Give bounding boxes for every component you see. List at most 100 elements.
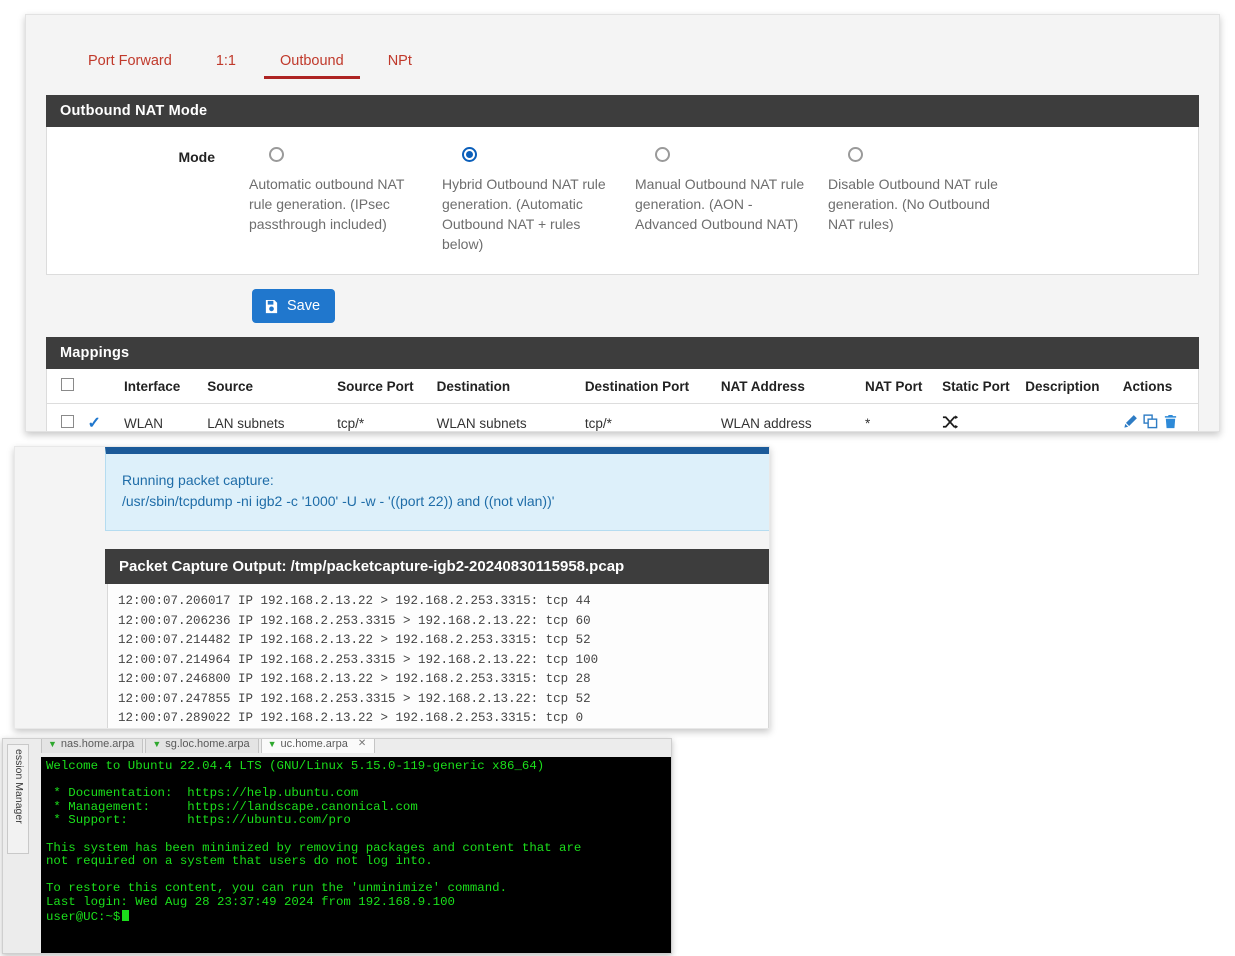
save-button[interactable]: Save — [252, 289, 336, 323]
mode-field-label: Mode — [178, 149, 215, 165]
tab-label: Outbound — [279, 53, 344, 69]
outbound-nat-window: Port Forward 1:1 Outbound NPt Outbound N… — [25, 14, 1220, 432]
pcap-line: 12:00:07.289022 IP 192.168.2.13.22 > 192… — [118, 711, 584, 725]
terminal-line: * Support: https://ubuntu.com/pro — [46, 813, 351, 828]
outbound-nat-mode-body: Mode Automatic outbound NAT rule generat… — [46, 127, 1199, 275]
terminal-tab-uc[interactable]: ▼ uc.home.arpa ✕ — [260, 738, 376, 753]
table-header-row: Interface Source Source Port Destination… — [47, 369, 1198, 404]
table-row[interactable]: ✓ WLAN LAN subnets tcp/* WLAN subnets tc… — [47, 403, 1198, 432]
col-destination: Destination — [430, 369, 579, 404]
mode-option-disable[interactable]: Disable Outbound NAT rule generation. (N… — [828, 145, 1021, 254]
cell-destination[interactable]: WLAN subnets — [430, 403, 579, 431]
terminal-tab-sg[interactable]: ▼ sg.loc.home.arpa — [145, 738, 259, 753]
cell-nat-address: WLAN address — [714, 403, 859, 431]
terminal-tab-bar: ▼ nas.home.arpa ▼ sg.loc.home.arpa ▼ uc.… — [41, 738, 376, 753]
packet-capture-window: Running packet capture: /usr/sbin/tcpdum… — [14, 446, 770, 729]
save-icon — [264, 299, 279, 314]
col-nat-port: NAT Port — [858, 369, 937, 404]
row-enabled-cell: ✓ — [81, 403, 119, 431]
radio-disable-outbound-nat[interactable] — [848, 147, 863, 162]
tab-one-to-one[interactable]: 1:1 — [194, 45, 258, 79]
mode-option-description: Automatic outbound NAT rule generation. … — [249, 176, 405, 232]
cell-static-port — [936, 403, 1020, 432]
tab-port-forward[interactable]: Port Forward — [66, 45, 194, 79]
terminal-tab-nas[interactable]: ▼ nas.home.arpa — [41, 738, 144, 753]
status-dot-icon: ▼ — [48, 738, 57, 749]
terminal-prompt: user@UC:~$ — [46, 909, 121, 924]
pcap-line: 12:00:07.206236 IP 192.168.2.253.3315 > … — [118, 613, 591, 628]
mode-option-manual[interactable]: Manual Outbound NAT rule generation. (AO… — [635, 145, 828, 254]
cell-nat-port: * — [858, 403, 937, 431]
row-actions — [1123, 414, 1178, 429]
session-manager-rail[interactable]: ession Manager — [7, 744, 29, 854]
radio-hybrid-outbound-nat[interactable] — [462, 147, 477, 162]
running-capture-alert: Running packet capture: /usr/sbin/tcpdum… — [105, 447, 769, 531]
mappings-section: Mappings Interface Source Source Port De… — [46, 337, 1199, 432]
pcap-line: 12:00:07.246800 IP 192.168.2.13.22 > 192… — [118, 672, 591, 686]
terminal-line: not required on a system that users do n… — [46, 854, 433, 869]
terminal-line: Welcome to Ubuntu 22.04.4 LTS (GNU/Linux… — [46, 759, 545, 773]
save-button-label: Save — [287, 298, 321, 314]
terminal-window: ession Manager ▼ nas.home.arpa ▼ sg.loc.… — [2, 738, 672, 954]
tab-label: NPt — [387, 53, 412, 69]
terminal-line: Last login: Wed Aug 28 23:37:49 2024 fro… — [46, 894, 455, 909]
mode-option-hybrid[interactable]: Hybrid Outbound NAT rule generation. (Au… — [442, 145, 635, 254]
terminal-line: . — [46, 774, 671, 788]
pcap-line: 12:00:07.206017 IP 192.168.2.13.22 > 192… — [118, 594, 591, 608]
mode-options: Automatic outbound NAT rule generation. … — [223, 145, 1198, 254]
terminal-tab-label: sg.loc.home.arpa — [165, 738, 250, 750]
tab-npt[interactable]: NPt — [366, 45, 434, 79]
save-button-row: Save — [46, 275, 1199, 323]
terminal-tab-label: uc.home.arpa — [280, 738, 348, 750]
mode-option-description: Hybrid Outbound NAT rule generation. (Au… — [442, 176, 606, 252]
terminal-tab-label: nas.home.arpa — [60, 738, 135, 750]
pcap-line: 12:00:07.247855 IP 192.168.2.253.3315 > … — [118, 691, 591, 706]
radio-manual-outbound-nat[interactable] — [655, 147, 670, 162]
row-select-cell — [47, 403, 82, 431]
radio-automatic-outbound-nat[interactable] — [269, 147, 284, 162]
status-dot-icon: ▼ — [267, 738, 277, 749]
close-icon[interactable]: ✕ — [358, 739, 366, 749]
cell-source[interactable]: LAN subnets — [201, 403, 332, 431]
tab-label: Port Forward — [88, 53, 172, 69]
cell-description — [1019, 403, 1117, 431]
copy-icon[interactable] — [1143, 414, 1158, 429]
tab-outbound[interactable]: Outbound — [258, 45, 366, 79]
shuffle-icon — [942, 414, 959, 432]
session-manager-label: ession Manager — [13, 749, 25, 824]
pcap-line: 12:00:07.627615 IP 192.168.2.13.22 > 192… — [118, 729, 768, 730]
section-title-mappings: Mappings — [46, 337, 1199, 369]
mode-field-row: Mode Automatic outbound NAT rule generat… — [47, 127, 1198, 274]
terminal-line: * Management: https://landscape.canonica… — [46, 799, 418, 814]
status-dot-icon: ▼ — [152, 738, 162, 749]
mode-option-description: Manual Outbound NAT rule generation. (AO… — [635, 176, 805, 232]
mode-option-automatic[interactable]: Automatic outbound NAT rule generation. … — [249, 145, 442, 254]
terminal-screen[interactable]: Welcome to Ubuntu 22.04.4 LTS (GNU/Linux… — [41, 757, 671, 953]
col-description: Description — [1019, 369, 1117, 404]
pcap-line: 12:00:07.214482 IP 192.168.2.13.22 > 192… — [118, 633, 591, 647]
cell-interface: WLAN — [118, 403, 202, 431]
pcap-line: 12:00:07.214964 IP 192.168.2.253.3315 > … — [118, 652, 599, 667]
edit-icon[interactable] — [1123, 414, 1138, 429]
packet-capture-output[interactable]: 12:00:07.206017 IP 192.168.2.13.22 > 192… — [107, 584, 769, 730]
section-title-outbound-nat-mode: Outbound NAT Mode — [46, 95, 1199, 127]
screenshot-root: Port Forward 1:1 Outbound NPt Outbound N… — [0, 0, 1235, 956]
terminal-line: This system has been minimized by removi… — [46, 840, 582, 855]
col-nat-address: NAT Address — [714, 369, 859, 404]
col-actions: Actions — [1116, 369, 1198, 404]
col-static-port: Static Port — [936, 369, 1020, 404]
cell-destination-port: tcp/* — [578, 403, 715, 431]
packet-capture-output-header: Packet Capture Output: /tmp/packetcaptur… — [105, 549, 769, 584]
terminal-line: . — [46, 828, 671, 842]
col-destination-port: Destination Port — [578, 369, 715, 404]
nat-tab-bar: Port Forward 1:1 Outbound NPt — [26, 15, 1219, 79]
terminal-line: * Documentation: https://help.ubuntu.com — [46, 786, 359, 801]
terminal-prompt-line: user@UC:~$ — [46, 909, 671, 925]
cell-actions — [1116, 403, 1198, 431]
select-all-checkbox[interactable] — [61, 378, 74, 391]
delete-icon[interactable] — [1163, 414, 1178, 429]
alert-command: /usr/sbin/tcpdump -ni igb2 -c '1000' -U … — [122, 493, 555, 509]
tab-label: 1:1 — [215, 53, 236, 69]
row-checkbox[interactable] — [61, 415, 74, 428]
col-source: Source — [201, 369, 332, 404]
